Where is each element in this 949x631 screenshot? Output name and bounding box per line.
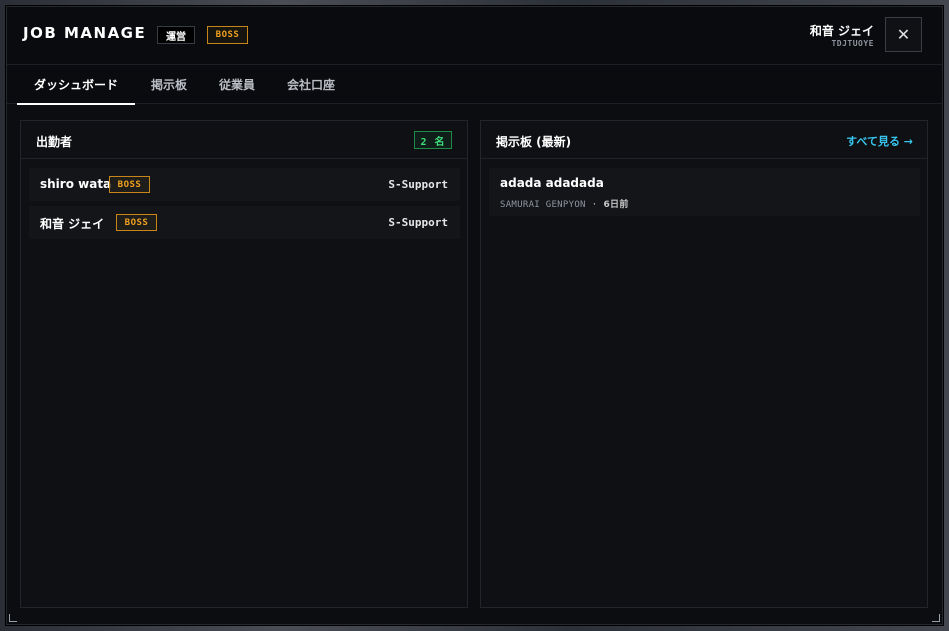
tab-dashboard[interactable]: ダッシュボード: [17, 65, 135, 105]
role-badge: 運営: [157, 26, 195, 44]
post-title: adada adadada: [500, 176, 604, 190]
attendance-title: 出勤者: [36, 135, 73, 149]
close-button[interactable]: ✕: [885, 17, 922, 52]
board-panel-header: 掲示板 (最新) すべて見る →: [481, 121, 927, 159]
attendance-count-badge: 2 名: [414, 131, 452, 149]
employee-job: S-Support: [388, 216, 448, 229]
attendance-panel: 出勤者 2 名 shiro wata BOSS S-Support 和音 ジェイ…: [20, 120, 468, 608]
boss-badge: BOSS: [116, 214, 157, 231]
user-name: 和音 ジェイ: [809, 24, 874, 38]
tab-company-account[interactable]: 会社口座: [279, 65, 343, 104]
post-author: SAMURAI GENPYON: [500, 200, 586, 210]
attendance-row[interactable]: shiro wata BOSS S-Support: [29, 168, 460, 201]
corner-decoration: [932, 614, 940, 622]
app-title: JOB MANAGE: [23, 24, 147, 42]
post-time: 6日前: [603, 200, 629, 210]
employee-name: shiro wata: [40, 177, 112, 191]
window-header: JOB MANAGE 運営 BOSS 和音 ジェイ TDJTUOYE ✕: [7, 7, 942, 65]
post-meta: SAMURAI GENPYON · 6日前: [500, 197, 629, 210]
board-panel: 掲示板 (最新) すべて見る → adada adadada SAMURAI G…: [480, 120, 928, 608]
tab-board[interactable]: 掲示板: [143, 65, 195, 104]
employee-job: S-Support: [388, 178, 448, 191]
close-icon: ✕: [896, 25, 911, 44]
attendance-row[interactable]: 和音 ジェイ BOSS S-Support: [29, 206, 460, 239]
board-title: 掲示板 (最新): [496, 135, 572, 149]
see-all-link[interactable]: すべて見る →: [846, 133, 913, 149]
tab-bar: ダッシュボード 掲示板 従業員 会社口座: [7, 65, 942, 105]
boss-badge: BOSS: [207, 26, 248, 44]
employee-name: 和音 ジェイ: [40, 217, 105, 231]
corner-decoration: [9, 614, 17, 622]
tab-employees[interactable]: 従業員: [211, 65, 263, 104]
user-id: TDJTUOYE: [831, 39, 874, 48]
attendance-panel-header: 出勤者 2 名: [21, 121, 467, 159]
boss-badge: BOSS: [109, 176, 150, 193]
job-manage-window: JOB MANAGE 運営 BOSS 和音 ジェイ TDJTUOYE ✕ ダッシ…: [6, 6, 943, 625]
board-post[interactable]: adada adadada SAMURAI GENPYON · 6日前: [489, 168, 920, 216]
post-separator: ·: [591, 200, 598, 210]
